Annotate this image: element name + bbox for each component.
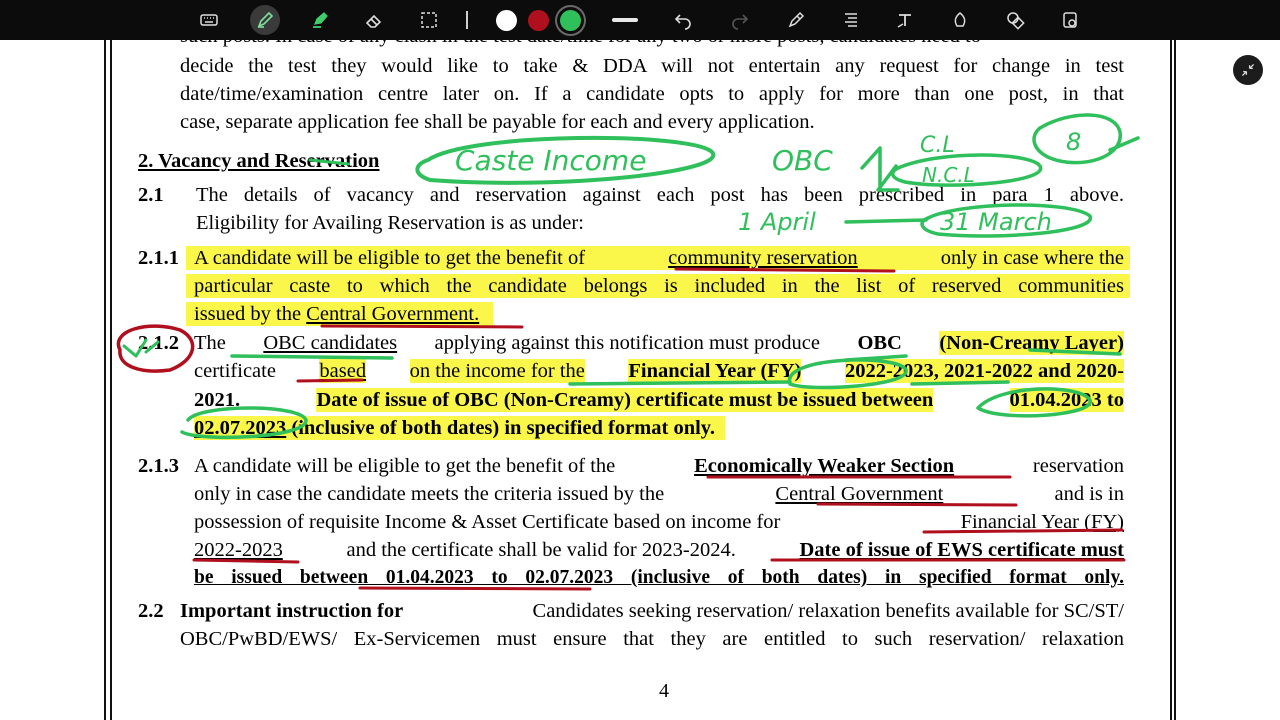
paragraph-line: 02.07.2023 (inclusive of both dates) in … [194, 416, 726, 440]
pen-settings-icon[interactable] [781, 5, 811, 35]
page-number: 4 [659, 680, 669, 702]
text-underlined: Central Government [775, 483, 944, 505]
color-white-swatch[interactable] [496, 10, 517, 31]
text-bold: OBC [857, 332, 902, 354]
paragraph-line: decide the test they would like to take … [180, 55, 1124, 77]
highlighter-icon[interactable] [305, 5, 335, 35]
annotation-toolbar [0, 0, 1280, 40]
text: such posts. In case of any clash in the … [180, 40, 981, 48]
paragraph-line: particular caste to which the candidate … [186, 274, 1130, 298]
toolbar-divider [466, 11, 468, 29]
shape-icon[interactable] [945, 5, 975, 35]
paragraph-line: be issued between 01.04.2023 to 02.07.20… [194, 567, 1124, 588]
text-bold-highlighted: 01.04.2023 to [1009, 388, 1124, 412]
color-red-swatch[interactable] [528, 10, 549, 31]
paragraph-line: Important instruction for Candidates see… [180, 599, 1124, 623]
clause-number: 2.1.2 [138, 332, 179, 354]
lasso-select-icon[interactable] [414, 5, 444, 35]
paragraph-line: A candidate will be eligible to get the … [186, 246, 1130, 270]
text: and the certificate shall be valid for 2… [346, 539, 736, 561]
section-heading: 2. Vacancy and Reservation [138, 150, 380, 172]
text-bold-highlighted: (Non-Creamy Layer) [939, 331, 1124, 355]
text-bold-underlined: Economically Weaker Section [694, 455, 955, 477]
text-tool-icon[interactable] [890, 5, 920, 35]
text-bold: Important instruction for [180, 600, 404, 622]
text-bold-highlighted: 2022-2023, 2021-2022 and 2020- [844, 359, 1124, 383]
clause-number: 2.2 [138, 600, 164, 622]
text: possession of requisite Income & Asset C… [194, 511, 781, 533]
text: applying against this notification must … [434, 332, 820, 354]
paragraph-line: date/time/examination centre later on. I… [180, 83, 1124, 105]
text-underlined: community reservation [668, 247, 858, 269]
paragraph-line: OBC/PwBD/EWS/ Ex-Servicemen must ensure … [180, 628, 1124, 650]
text-highlighted: on the income for the [409, 359, 585, 383]
paragraph-line: possession of requisite Income & Asset C… [194, 510, 1124, 534]
paragraph-line: Eligibility for Availing Reservation is … [196, 212, 584, 234]
paragraph-line: case, separate application fee shall be … [180, 111, 815, 133]
clause-number: 2.1.1 [138, 247, 179, 269]
paragraph-line: certificate based on the income for the … [194, 359, 1124, 383]
text: only in case the candidate meets the cri… [194, 483, 665, 505]
paragraph-line: A candidate will be eligible to get the … [194, 454, 1124, 478]
text-bold-highlighted: Date of issue of OBC (Non-Creamy) certif… [316, 388, 934, 412]
document-page[interactable]: such posts. In case of any clash in the … [0, 40, 1280, 720]
text-underlined: 2022-2023 [194, 539, 283, 561]
clause-number: 2.1 [138, 184, 164, 206]
text-bold-underlined: Date of issue of EWS certificate must [799, 539, 1124, 561]
paragraph-line: only in case the candidate meets the cri… [194, 482, 1124, 506]
text-underlined: OBC candidates [263, 332, 398, 354]
paragraph-line: issued by the Central Government. [186, 302, 494, 326]
paragraph-line: such posts. In case of any clash in the … [180, 40, 1124, 48]
sticker-icon[interactable] [1055, 5, 1085, 35]
color-green-swatch[interactable] [560, 10, 581, 31]
text: A candidate will be eligible to get the … [194, 247, 586, 269]
text: The [194, 332, 226, 354]
paragraph-line: 2021. Date of issue of OBC (Non-Creamy) … [194, 388, 1124, 412]
undo-icon[interactable] [668, 5, 698, 35]
text: and is in [1054, 483, 1124, 505]
text: reservation [1032, 455, 1124, 477]
text-underlined-highlighted: based [319, 359, 367, 383]
text-underlined: Financial Year (FY) [960, 511, 1124, 533]
text-bold-highlighted: Financial Year (FY) [628, 359, 802, 383]
eraser-icon[interactable] [359, 5, 389, 35]
text-format-icon[interactable] [836, 5, 866, 35]
stroke-width-icon[interactable] [612, 18, 638, 22]
text: Candidates seeking reservation/ relaxati… [532, 600, 1124, 622]
paragraph-line: The OBC candidates applying against this… [194, 331, 1124, 355]
text: issued by the [194, 303, 302, 325]
shapes-icon[interactable] [1000, 5, 1030, 35]
redo-icon[interactable] [725, 5, 755, 35]
text: certificate [194, 360, 276, 382]
text-bold: 2021. [194, 389, 241, 411]
text-bold: (inclusive of both dates) in specified f… [291, 417, 716, 439]
collapse-icon[interactable] [1233, 55, 1263, 85]
text-underlined: Central Government. [306, 303, 480, 325]
paragraph-line: The details of vacancy and reservation a… [196, 184, 1124, 206]
text: A candidate will be eligible to get the … [194, 455, 616, 477]
clause-number: 2.1.3 [138, 455, 179, 477]
paragraph-line: 2022-2023 and the certificate shall be v… [194, 538, 1124, 562]
pen-icon[interactable] [250, 5, 280, 35]
text: only in case where the [940, 247, 1124, 269]
text-bold-underlined: 02.07.2023 [194, 417, 287, 439]
keyboard-icon[interactable] [194, 5, 224, 35]
